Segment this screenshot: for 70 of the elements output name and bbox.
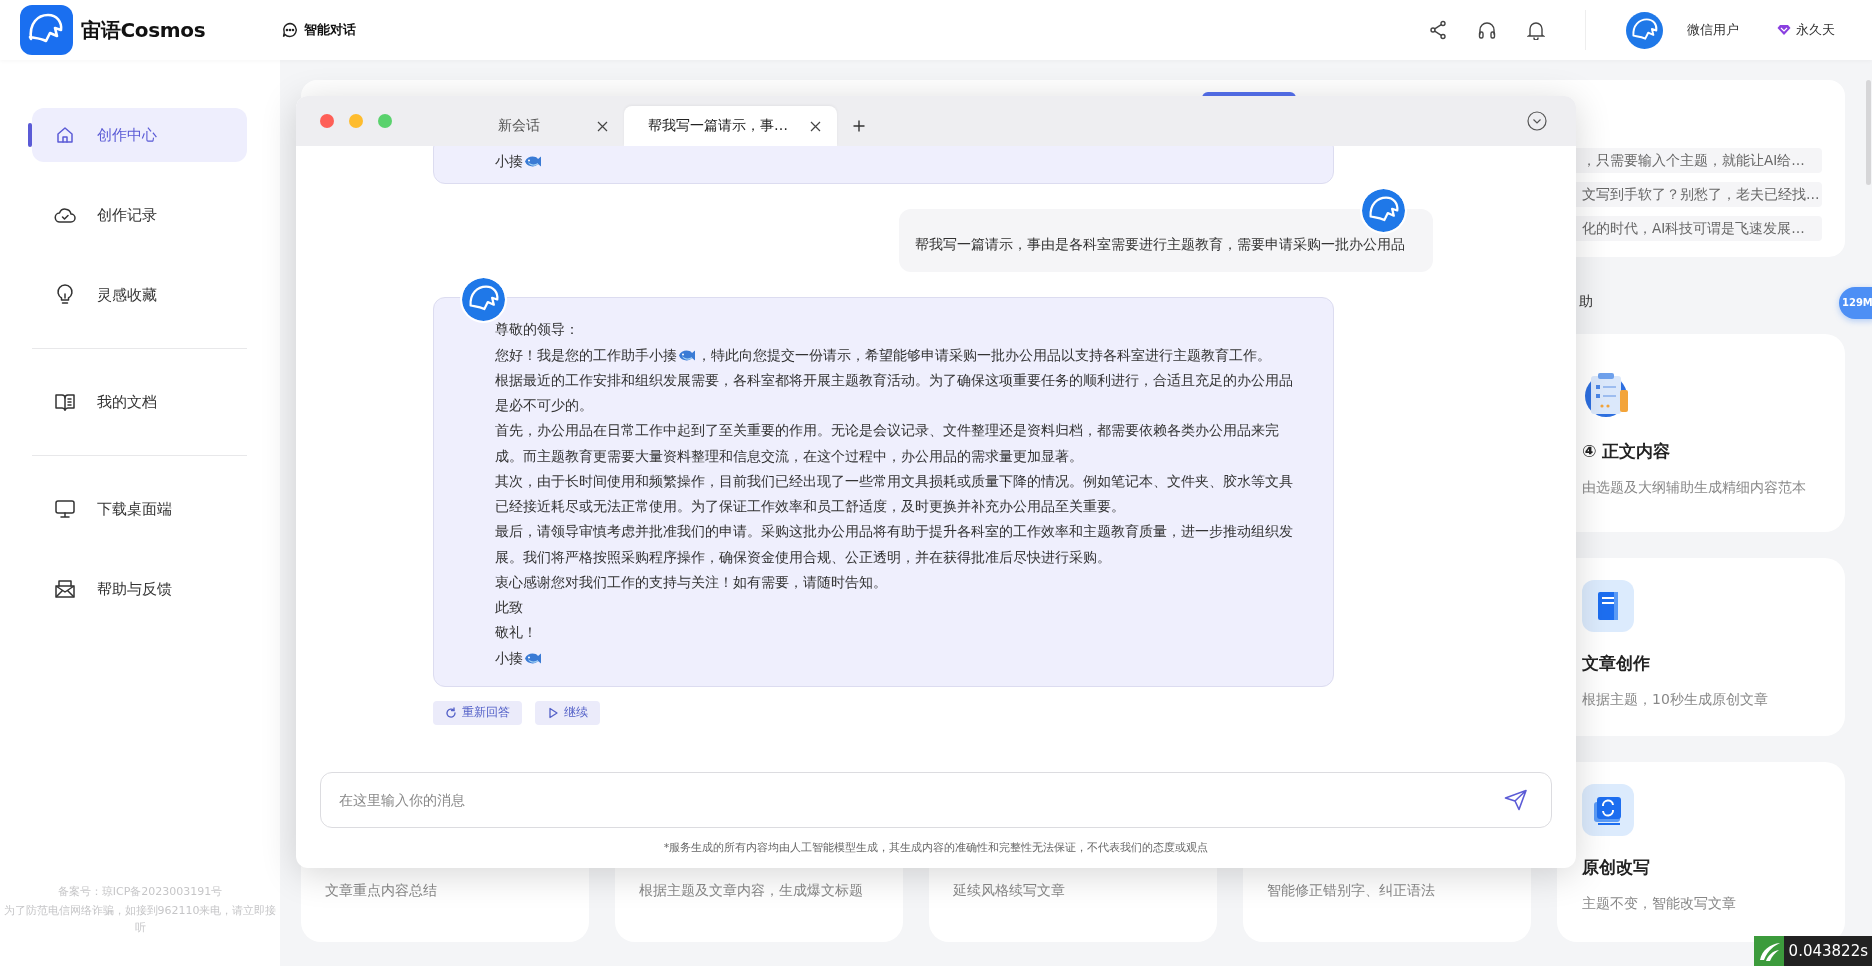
close-icon[interactable] [810,120,821,132]
sidebar-item[interactable]: 帮助与反馈 [32,562,247,616]
notebook-icon [1582,580,1634,632]
continue-button[interactable]: 继续 [535,700,600,725]
close-icon[interactable] [597,120,608,132]
message-text: 您好！我是您的工作助手小揍 ，特此向您提交一份请示，希望能够申请采购一批办公用品以支持各科室进行主题教育工作。 [495,346,1271,363]
message-text: 其次，由于长时间使用和频繁操作，目前我们已经出现了一些常用文具损耗或质量下降的情况。例如笔记本、文件夹、胶水等文具已经接近耗尽或无法正常使用。为了保证工作效率和员工舒适度，及时更换并补充办公用品至关重要。 [495,472,1293,514]
nav-tab[interactable]: 智能对话 [282,21,356,39]
logo[interactable] [20,5,73,55]
avatar [1626,11,1663,49]
message-text: 敬礼！ [495,624,537,641]
sidebar-item[interactable]: 创作记录 [32,188,247,242]
refresh-icon [445,706,457,719]
sidebar-item[interactable]: 我的文档 [32,375,247,429]
send-icon[interactable] [1504,789,1528,811]
play-icon [547,706,559,719]
feature-card[interactable]: 原创改写 主题不变，智能改写文章 [1557,762,1845,942]
card-title: 原创改写 [1582,856,1650,879]
envelope-icon [54,579,76,599]
message-text: 小揍 [495,153,543,169]
diamond-icon [1777,24,1791,36]
regenerate-button[interactable]: 重新回答 [433,700,522,725]
leaf-logo-icon [1753,936,1784,966]
chat-bubble-icon [282,22,298,38]
lightbulb-icon [54,284,76,306]
card-title: ④ 正文内容 [1582,440,1671,463]
timing-badge: 0.043822s [1753,936,1872,966]
sidebar-item[interactable]: 灵感收藏 [32,268,247,322]
section-heading: 助 [1578,292,1594,311]
message-input[interactable]: 在这里输入你的消息 [320,772,1552,828]
home-icon [54,125,76,145]
message-text: 首先，办公用品在日常工作中起到了至关重要的作用。无论是会议记录、文件整理还是资料归档，都需要依赖各类办公用品来完成。而主题教育更需要大量资料整理和信息交流，在这个过程中，办公用品的需求量更加显著。 [495,422,1279,464]
fish-icon [524,155,542,168]
tab[interactable]: 新会话 [474,106,624,146]
monitor-icon [54,499,76,519]
user-name[interactable]: 微信用户 [1687,21,1739,39]
sidebar-item[interactable]: 下载桌面端 [32,482,247,536]
card-description: 文章重点内容总结 [325,882,438,900]
message-text: 衷心感谢您对我们工作的支持与关注！如有需要，请随时告知。 [495,573,887,590]
document-stack-icon [1582,784,1634,836]
fish-icon [678,348,696,362]
scrollbar[interactable] [1866,80,1871,185]
message-text: 尊敬的领导： [495,321,579,338]
disclaimer: *服务生成的所有内容均由人工智能模型生成，其生成内容的准确性和完整性无法保证，不代表我们的态度或观点 [663,840,1209,855]
message-text: 小揍 [495,649,543,666]
cloud-icon [54,206,76,224]
share-icon[interactable] [1429,20,1447,40]
card-title: 文章创作 [1582,652,1650,675]
bell-icon[interactable] [1527,20,1545,40]
tab[interactable]: 帮我写一篇请示，事… [624,106,837,146]
book-icon [54,392,76,412]
message-text: 最后，请领导审慎考虑并批准我们的申请。采购这批办公用品将有助于提升各科室的工作效率和主题教育质量，进一步推动组织发展。我们将严格按照采购程序操作，确保资金使用合规、公正透明，并在获得批准后尽快进行采购。 [495,523,1293,565]
card-description: 主题不变，智能改写文章 [1582,895,1736,913]
close-button[interactable] [320,114,334,128]
avatar [460,276,507,324]
message-text: 此致 [495,599,523,615]
memory-badge: 129M [1839,287,1872,319]
message-text: 帮我写一篇请示，事由是各科室需要进行主题教育，需要申请采购一批办公用品 [915,236,1405,253]
card-description: 由选题及大纲辅助生成精细内容范本 [1582,479,1806,497]
message-text: 根据最近的工作安排和组织发展需要，各科室都将开展主题教育活动。为了确保这项重要任务的顺利进行，合适且充足的办公用品是必不可少的。 [495,371,1293,413]
card-description: 智能修正错别字、纠正语法 [1267,882,1436,900]
card-description: 延续风格续写文章 [953,882,1066,900]
card-description: 根据主题及文章内容，生成爆文标题 [639,882,864,900]
fish-icon [524,651,542,665]
card-description: 根据主题，10秒生成原创文章 [1582,691,1768,709]
chevron-circle-icon[interactable] [1527,111,1547,131]
membership-label: 永久天 [1796,21,1835,39]
brand-name[interactable]: 宙语Cosmos [81,16,206,44]
plus-icon[interactable] [853,120,865,132]
headphones-icon[interactable] [1477,20,1497,40]
